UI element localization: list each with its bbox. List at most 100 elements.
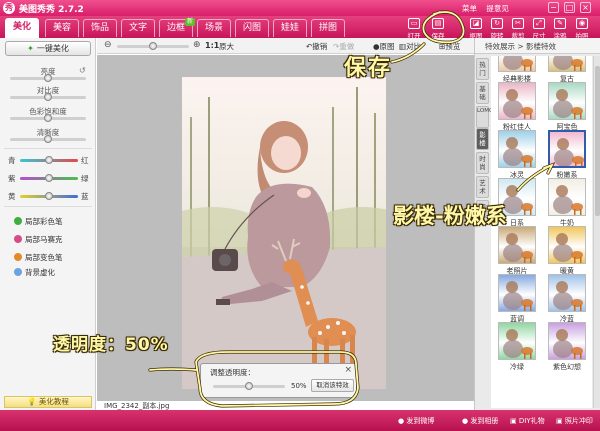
- transparency-slider-thumb[interactable]: [245, 382, 253, 390]
- recolor-brush-icon: [14, 253, 22, 261]
- undo-button[interactable]: ↶撤销: [306, 41, 327, 52]
- saturation-slider-thumb[interactable]: [44, 114, 52, 122]
- sharpness-slider-thumb[interactable]: [44, 135, 52, 143]
- yellow-blue-slider-thumb[interactable]: [45, 192, 53, 200]
- crop-button[interactable]: ✂ 裁剪: [508, 18, 528, 40]
- photo-print-button[interactable]: ▣ 照片冲印: [556, 416, 593, 426]
- local-mosaic-button[interactable]: 局部马赛克: [14, 234, 63, 245]
- window-title: 美图秀秀 2.7.2: [19, 5, 84, 15]
- category-tab-art[interactable]: 艺术: [476, 176, 489, 198]
- divider: [4, 206, 92, 207]
- effect-thumb-image: [498, 130, 536, 168]
- edited-photo[interactable]: [182, 77, 386, 389]
- compare-button[interactable]: ▥对比: [399, 41, 421, 52]
- local-recolor-brush-button[interactable]: 局部变色笔: [14, 252, 63, 263]
- tab-flash[interactable]: 闪图: [235, 19, 269, 37]
- effects-scrollbar-thumb[interactable]: [595, 66, 600, 216]
- preview-button[interactable]: ⊞预览: [439, 41, 460, 52]
- effect-thumb[interactable]: 冰灵: [495, 130, 539, 179]
- effect-thumb[interactable]: 老照片: [495, 226, 539, 275]
- original-size-button[interactable]: 原大: [219, 41, 234, 52]
- zoom-in-icon[interactable]: ⊕: [193, 40, 201, 50]
- title-links: 菜单 提意见: [462, 3, 516, 14]
- effect-thumb-image: [548, 56, 586, 72]
- tab-collage[interactable]: 拼图: [311, 19, 345, 37]
- yellow-label: 黄: [8, 192, 16, 201]
- camera-button[interactable]: ◉ 拍照: [572, 18, 592, 40]
- share-album-button[interactable]: ● 发到相册: [462, 416, 498, 426]
- tab-doll[interactable]: 娃娃: [273, 19, 307, 37]
- divider: [4, 148, 92, 149]
- minimize-button[interactable]: −: [548, 2, 559, 13]
- category-tab-hot[interactable]: 热门: [476, 58, 489, 80]
- effect-thumb[interactable]: 冷蓝: [545, 274, 589, 323]
- maximize-button[interactable]: □: [564, 2, 575, 13]
- brightness-slider-thumb[interactable]: [44, 74, 52, 82]
- tutorial-label: 美化教程: [38, 397, 69, 406]
- effect-thumb[interactable]: 暖黄: [545, 226, 589, 275]
- feedback-link[interactable]: 提意见: [486, 4, 509, 13]
- diy-gift-button[interactable]: ▣ DIY礼物: [510, 416, 545, 426]
- effect-thumb[interactable]: 复古: [545, 56, 589, 83]
- cancel-effect-button[interactable]: 取消该特效: [311, 379, 354, 392]
- effect-thumb[interactable]: 紫色幻想: [545, 322, 589, 371]
- tab-decoration[interactable]: 饰品: [83, 19, 117, 37]
- effect-thumb-image: [548, 130, 586, 168]
- one-key-beautify-button[interactable]: ✦ 一键美化: [5, 41, 91, 56]
- effects-scrollbar[interactable]: [593, 56, 600, 408]
- close-window-button[interactable]: ×: [580, 2, 591, 13]
- reset-icon[interactable]: ↺: [79, 66, 86, 75]
- rotate-button[interactable]: ↻ 旋转: [487, 18, 507, 40]
- background-blur-button[interactable]: 背景虚化: [14, 267, 55, 278]
- purple-green-slider-thumb[interactable]: [45, 174, 53, 182]
- effect-thumb[interactable]: 粉嫩系: [545, 130, 589, 179]
- resize-button[interactable]: ⤢ 尺寸: [529, 18, 549, 40]
- brush-button[interactable]: ✎ 涂鸦: [550, 18, 570, 40]
- album-icon: ●: [462, 417, 469, 425]
- tutorial-button[interactable]: 💡 美化教程: [4, 396, 92, 408]
- close-icon[interactable]: ×: [344, 365, 352, 375]
- zoom-out-icon[interactable]: ⊖: [104, 40, 112, 50]
- save-button[interactable]: ▤ 保存: [428, 18, 448, 40]
- compare-label: 对比: [406, 42, 422, 51]
- purple-label: 紫: [8, 174, 16, 183]
- effect-thumb-label: 紫色幻想: [553, 363, 581, 371]
- new-badge: 新: [185, 18, 195, 26]
- status-label: 发到相册: [470, 417, 499, 425]
- resize-icon: ⤢: [533, 18, 545, 29]
- zoom-slider-thumb[interactable]: [149, 42, 157, 50]
- effect-thumb-image: [548, 82, 586, 120]
- tool-label: 背景虚化: [25, 268, 55, 277]
- app-logo-icon: 秀: [3, 2, 15, 14]
- effect-thumb[interactable]: 阿宝色: [545, 82, 589, 131]
- open-button[interactable]: ▭ 打开: [404, 18, 424, 40]
- tab-text[interactable]: 文字: [121, 19, 155, 37]
- effect-thumb-image: [548, 322, 586, 360]
- effect-thumb[interactable]: 蓝调: [495, 274, 539, 323]
- menu-link[interactable]: 菜单: [462, 4, 477, 13]
- actual-ratio[interactable]: 1:1: [205, 41, 219, 50]
- tab-makeup[interactable]: 美容: [45, 19, 79, 37]
- effect-thumb[interactable]: 牛奶: [545, 178, 589, 227]
- effect-thumb-image: [498, 274, 536, 312]
- tab-frame-label: 边框: [166, 23, 185, 33]
- local-color-brush-button[interactable]: 局部彩色笔: [14, 216, 63, 227]
- share-weibo-button[interactable]: ● 发到微博: [398, 416, 434, 426]
- category-tab-studio[interactable]: 影楼: [476, 128, 489, 150]
- tab-scene[interactable]: 场景: [197, 19, 231, 37]
- tab-beautify[interactable]: 美化: [5, 18, 39, 38]
- magic-wand-icon: ✦: [27, 44, 34, 53]
- cyan-red-slider-thumb[interactable]: [45, 156, 53, 164]
- effect-thumb-image: [498, 56, 536, 72]
- effect-thumb-image: [548, 178, 586, 216]
- contrast-slider-thumb[interactable]: [44, 93, 52, 101]
- category-tab-basic[interactable]: 基础: [476, 82, 489, 104]
- category-tab-lomo[interactable]: LOMO: [476, 106, 493, 128]
- category-tab-fashion[interactable]: 时尚: [476, 152, 489, 174]
- effect-thumb[interactable]: 冷绿: [495, 322, 539, 371]
- effect-thumb[interactable]: 经典影楼: [495, 56, 539, 83]
- status-label: DIY礼物: [518, 417, 545, 425]
- effect-thumb[interactable]: 粉红佳人: [495, 82, 539, 131]
- tab-frame[interactable]: 边框 新: [159, 18, 195, 37]
- cutout-button[interactable]: ◪ 抠图: [466, 18, 486, 40]
